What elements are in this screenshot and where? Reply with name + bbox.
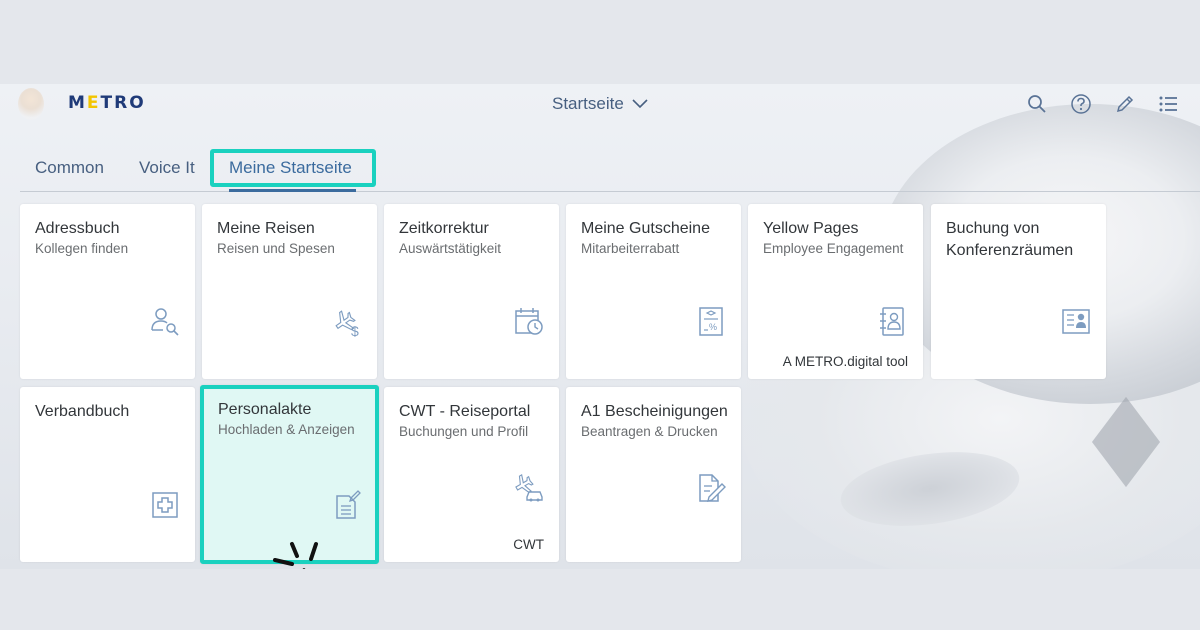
tile-cwt-reiseportal[interactable]: CWT - Reiseportal Buchungen und Profil C…: [384, 387, 559, 562]
first-aid-icon: [149, 488, 181, 520]
tile-yellow-pages[interactable]: Yellow Pages Employee Engagement A METRO…: [748, 204, 923, 379]
tile-title: Zeitkorrektur: [399, 220, 489, 237]
tile-title: CWT - Reiseportal: [399, 403, 531, 420]
logo-text-end: TRO: [100, 93, 146, 113]
tile-title: Verbandbuch: [35, 403, 130, 420]
help-icon[interactable]: [1070, 93, 1092, 115]
tile-title: A1 Bescheinigungen: [581, 403, 728, 420]
tile-title: Meine Reisen: [217, 220, 315, 237]
tile-meine-gutscheine[interactable]: Meine Gutscheine Mitarbeiterrabatt %: [566, 204, 741, 379]
chevron-down-icon: [632, 94, 648, 114]
svg-text:%: %: [709, 322, 717, 332]
tile-zeitkorrektur[interactable]: Zeitkorrektur Auswärtstätigkeit: [384, 204, 559, 379]
page-title-dropdown[interactable]: Startseite: [552, 94, 648, 114]
tile-a1-bescheinigungen[interactable]: A1 Bescheinigungen Beantragen & Drucken: [566, 387, 741, 562]
tile-subtitle: Auswärtstätigkeit: [399, 241, 502, 256]
tile-meine-reisen[interactable]: Meine Reisen Reisen und Spesen $: [202, 204, 377, 379]
voucher-icon: %: [695, 305, 727, 337]
active-tab-indicator: [229, 189, 356, 192]
tile-footer: CWT: [513, 537, 544, 552]
tile-footer: A METRO.digital tool: [782, 354, 908, 369]
page-title: Startseite: [552, 94, 624, 113]
address-book-icon: [877, 305, 909, 337]
tile-title: Adressbuch: [35, 220, 120, 237]
group-tabs: Common Voice It Meine Startseite: [20, 150, 1200, 192]
tile-subtitle: Mitarbeiterrabatt: [581, 241, 680, 256]
tile-title: Buchung von Konferenzräumen: [946, 220, 1074, 259]
tab-common[interactable]: Common: [35, 158, 104, 178]
tab-voice-it[interactable]: Voice It: [139, 158, 195, 178]
logo-text-start: M: [68, 93, 87, 113]
calendar-clock-icon: [513, 305, 545, 337]
tile-title: Meine Gutscheine: [581, 220, 710, 237]
tile-adressbuch[interactable]: Adressbuch Kollegen finden: [20, 204, 195, 379]
metro-logo[interactable]: METRO: [68, 93, 146, 113]
tile-subtitle: Hochladen & Anzeigen: [218, 422, 355, 437]
svg-text:$: $: [351, 323, 359, 337]
shell-header: METRO Startseite: [0, 84, 1200, 124]
tile-subtitle: Employee Engagement: [763, 241, 904, 256]
person-search-icon: [149, 305, 181, 337]
tile-subtitle: Kollegen finden: [35, 241, 129, 256]
contact-card-icon: [1060, 305, 1092, 337]
launchpad: METRO Startseite Common Voice It Meine S…: [0, 84, 1200, 569]
menu-list-icon[interactable]: [1157, 93, 1179, 115]
tile-subtitle: Buchungen und Profil: [399, 424, 529, 439]
tile-verbandbuch[interactable]: Verbandbuch: [20, 387, 195, 562]
tile-title: Personalakte: [218, 401, 312, 418]
user-avatar[interactable]: [18, 88, 44, 120]
tile-subtitle: Beantragen & Drucken: [581, 424, 718, 439]
logo-text-accent: E: [86, 93, 101, 113]
click-cursor-icon: [270, 534, 360, 569]
edit-icon[interactable]: [1114, 93, 1136, 115]
document-edit-icon: [331, 488, 363, 520]
tile-buchung-konferenzraeume[interactable]: Buchung von Konferenzräumen: [931, 204, 1106, 379]
tile-title: Yellow Pages: [763, 220, 859, 237]
travel-expense-icon: $: [331, 305, 363, 337]
flight-car-icon: [513, 471, 545, 503]
tab-highlight-frame: [210, 149, 376, 187]
form-edit-icon: [695, 471, 727, 503]
search-icon[interactable]: [1026, 93, 1048, 115]
tile-subtitle: Reisen und Spesen: [217, 241, 335, 256]
